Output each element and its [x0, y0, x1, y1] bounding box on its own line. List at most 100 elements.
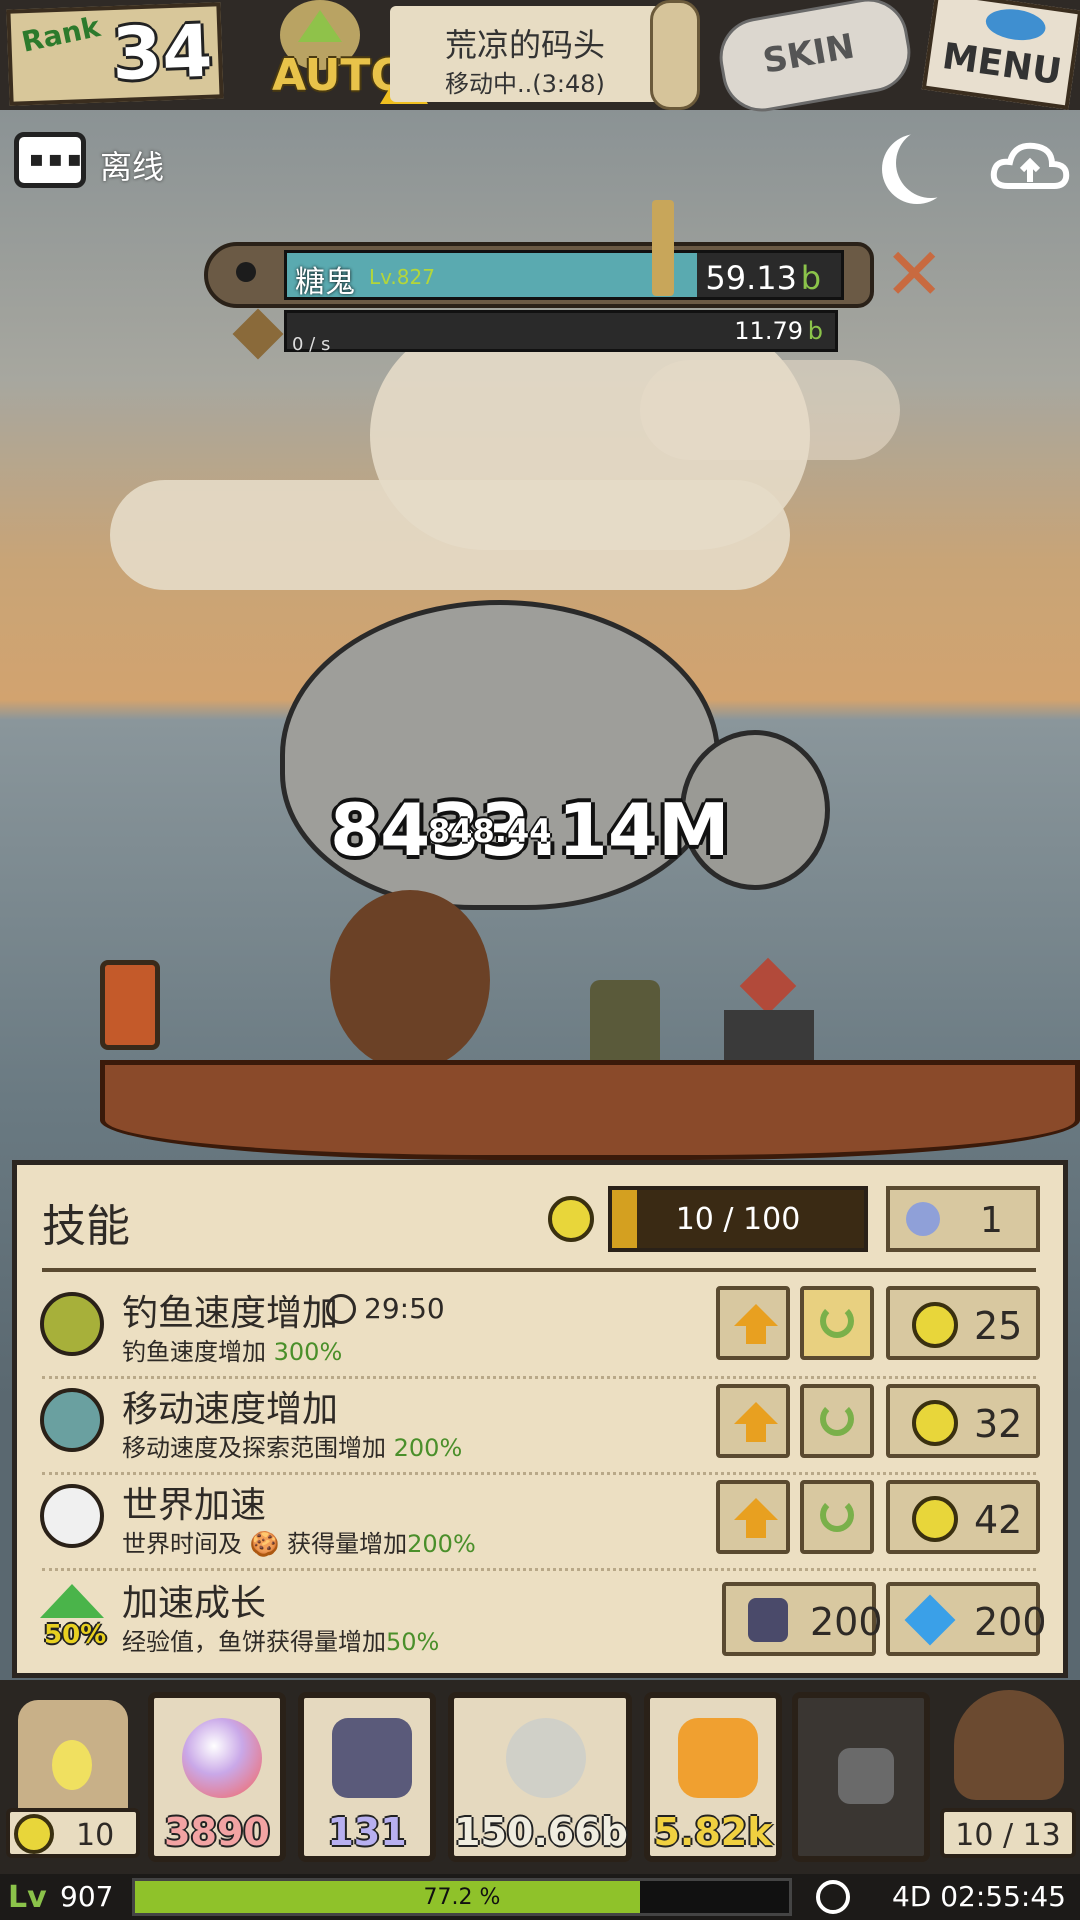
skill-cost: 32: [974, 1402, 1023, 1446]
orb-count: 3890: [164, 1810, 270, 1854]
player-level: 907: [60, 1880, 114, 1913]
fish-icon: [983, 5, 1048, 44]
chat-button[interactable]: ▪▪▪: [14, 132, 86, 188]
potion-count: 1: [980, 1200, 1003, 1241]
skill-cost-button[interactable]: 32: [886, 1384, 1040, 1458]
xp-bar: 77.2 %: [132, 1878, 792, 1916]
auto-button[interactable]: AUTO: [250, 0, 408, 108]
scroll-roll-icon: [650, 0, 700, 110]
bag-button[interactable]: [954, 1690, 1064, 1800]
boss-level: Lv.827: [369, 265, 435, 289]
shield-icon: [748, 1598, 788, 1642]
skill-name: 钓鱼速度增加: [122, 1293, 339, 1334]
boat: [100, 1060, 1080, 1160]
inventory-slot-shell[interactable]: 150.66b: [448, 1692, 632, 1862]
shield-cost-button[interactable]: 200: [722, 1582, 883, 1656]
potion-icon: [906, 1202, 940, 1236]
gold-count: 5.82k: [653, 1810, 773, 1854]
coin-icon: [912, 1302, 958, 1348]
auto-renew-button[interactable]: [800, 1384, 874, 1458]
skill-name: 世界加速: [122, 1485, 267, 1526]
auto-renew-button[interactable]: [800, 1480, 874, 1554]
xp-percent: 77.2 %: [423, 1885, 501, 1910]
skill-cost-button[interactable]: 25: [886, 1286, 1040, 1360]
rainbow-orb-icon: [182, 1718, 262, 1798]
skill-cost: 42: [974, 1498, 1023, 1542]
upgrade-button[interactable]: [716, 1286, 790, 1360]
up-arrow-icon: [734, 1402, 778, 1424]
moon-icon[interactable]: [896, 128, 966, 198]
boss-hp-value: 59.13: [705, 259, 797, 297]
inventory-slot-shield[interactable]: 131: [298, 1692, 436, 1862]
fishing-speed-icon: [40, 1292, 104, 1356]
shell-count: 150.66b: [454, 1810, 628, 1854]
skill-points-bar: 10 / 100: [608, 1186, 868, 1252]
skill-panel-title: 技能: [42, 1201, 130, 1252]
lamp-count: 10: [76, 1818, 115, 1853]
potion-button[interactable]: 1: [886, 1186, 1040, 1252]
chat-status-label: 离线: [100, 148, 165, 186]
menu-label: MENU: [939, 35, 1065, 94]
boss-hp-unit: b: [800, 259, 821, 297]
inventory-slot-gold[interactable]: 5.82k: [644, 1692, 782, 1862]
boss-name: 糖鬼: [295, 265, 355, 300]
refresh-icon: [820, 1402, 854, 1436]
hourglass-icon: [652, 200, 674, 296]
skill-name: 加速成长: [122, 1583, 267, 1624]
up-arrow-icon: [734, 1498, 778, 1520]
lantern-icon: [100, 960, 160, 1050]
lamp-count-box: 10: [6, 1808, 140, 1858]
close-x-icon[interactable]: ✕: [884, 238, 944, 310]
location-status: 移动中..(3:48): [445, 70, 605, 98]
skill-points-text: 10 / 100: [675, 1202, 801, 1237]
location-scroll[interactable]: 荒凉的码头 移动中..(3:48): [390, 6, 660, 102]
rank-label: Rank: [18, 10, 103, 59]
dps-bar: 11.79 b: [284, 310, 838, 352]
skill-desc: 移动速度及探索范围增加 200%: [122, 1434, 463, 1462]
skill-cost-button[interactable]: 42: [886, 1480, 1040, 1554]
skill-row-world-speed: 世界加速 世界时间及 🍪 获得量增加200% 42: [30, 1470, 1050, 1566]
auto-renew-button[interactable]: [800, 1286, 874, 1360]
cloud-upload-icon[interactable]: [990, 138, 1070, 190]
shield-count: 131: [327, 1810, 407, 1854]
gem-cost-button[interactable]: 200: [886, 1582, 1047, 1656]
coin-icon: [912, 1496, 958, 1542]
location-name: 荒凉的码头: [444, 26, 605, 64]
level-icon: Lv: [8, 1880, 47, 1915]
dps-value: 11.79: [734, 317, 803, 345]
fish-eye-icon: [236, 262, 256, 282]
cloud: [640, 360, 900, 460]
refresh-icon: [820, 1498, 854, 1532]
skill-row-fishing-speed: 钓鱼速度增加 29:50 钓鱼速度增加 300% 25: [30, 1278, 1050, 1374]
dps-unit: b: [807, 317, 823, 345]
move-speed-icon: [40, 1388, 104, 1452]
inventory-slot-locked[interactable]: [792, 1692, 930, 1862]
skin-label: SKIN: [759, 26, 858, 82]
skill-desc: 经验值，鱼饼获得量增加50%: [122, 1628, 440, 1656]
rank-value: 34: [110, 8, 214, 97]
dps-rate: 0 / s: [292, 334, 331, 355]
lamp-flame-icon: [52, 1740, 92, 1790]
shield-cost: 200: [810, 1600, 883, 1644]
up-arrow-icon: [734, 1304, 778, 1326]
arrow-up-icon: [298, 10, 342, 42]
coin-icon: [548, 1196, 594, 1242]
shell-icon: [506, 1718, 586, 1798]
session-timer: 4D 02:55:45: [891, 1880, 1066, 1913]
gold-nugget-icon: [678, 1718, 758, 1798]
boss-hp-bar: 糖鬼 Lv.827 59.13 b: [284, 250, 844, 300]
clock-icon: [816, 1880, 850, 1914]
skill-timer: 29:50: [364, 1292, 445, 1325]
inventory-slot-orb[interactable]: 3890: [148, 1692, 286, 1862]
upgrade-button[interactable]: [716, 1480, 790, 1554]
chat-dots-icon: ▪▪▪: [29, 147, 86, 172]
rank-badge[interactable]: Rank 34: [6, 2, 224, 106]
fisher-girl: [330, 890, 490, 1070]
skill-row-growth-boost: 加速成长 经验值，鱼饼获得量增加50% 200 200: [30, 1568, 1050, 1664]
diamond-icon: [904, 1594, 956, 1646]
skill-desc: 钓鱼速度增加 300%: [122, 1338, 343, 1366]
upgrade-button[interactable]: [716, 1384, 790, 1458]
divider: [42, 1268, 1036, 1272]
refresh-icon: [820, 1304, 854, 1338]
bag-count-box: 10 / 13: [940, 1808, 1076, 1858]
